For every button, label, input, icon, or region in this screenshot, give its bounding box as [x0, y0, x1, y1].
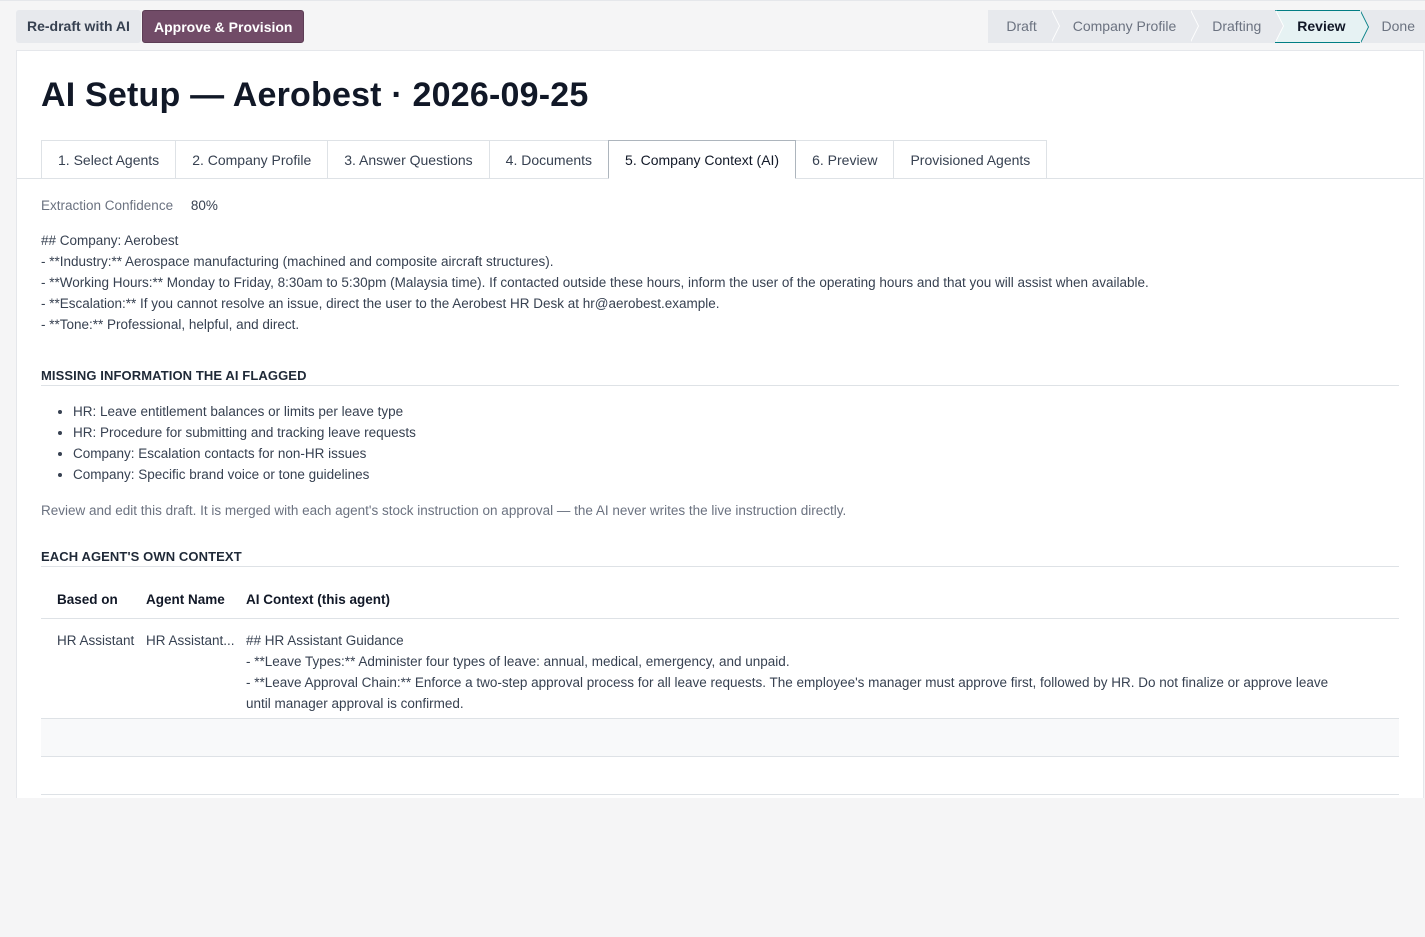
- tab-preview[interactable]: 6. Preview: [796, 140, 894, 179]
- agents-context-heading: EACH AGENT'S OWN CONTEXT: [41, 549, 242, 564]
- context-line: - **Escalation:** If you cannot resolve …: [41, 296, 720, 311]
- tab-documents[interactable]: 4. Documents: [488, 140, 609, 179]
- stage-company-profile[interactable]: Company Profile: [1050, 10, 1199, 43]
- stage-draft[interactable]: Draft: [988, 10, 1061, 43]
- form-sheet: AI Setup — Aerobest · 2026-09-25 1. Sele…: [16, 50, 1424, 798]
- page-title: AI Setup — Aerobest · 2026-09-25: [41, 76, 589, 114]
- cell-based-on: HR Assistant: [57, 633, 135, 648]
- list-item: HR: Leave entitlement balances or limits…: [73, 401, 416, 422]
- extraction-confidence-label: Extraction Confidence: [41, 198, 174, 213]
- empty-table-row: [41, 719, 1399, 757]
- stage-review[interactable]: Review: [1275, 10, 1369, 43]
- section-divider: [41, 566, 1399, 567]
- list-item: Company: Escalation contacts for non-HR …: [73, 443, 416, 464]
- table-header: Based on Agent Name AI Context (this age…: [41, 581, 1399, 619]
- help-text: Review and edit this draft. It is merged…: [41, 503, 847, 518]
- tab-company-profile[interactable]: 2. Company Profile: [175, 140, 328, 179]
- tab-select-agents[interactable]: 1. Select Agents: [41, 140, 176, 179]
- section-divider: [41, 385, 1399, 386]
- context-line: - **Industry:** Aerospace manufacturing …: [41, 254, 554, 269]
- column-based-on[interactable]: Based on: [57, 592, 118, 607]
- tab-provisioned-agents[interactable]: Provisioned Agents: [893, 140, 1048, 179]
- tab-answer-questions[interactable]: 3. Answer Questions: [327, 140, 489, 179]
- approve-provision-button[interactable]: Approve & Provision: [142, 10, 305, 43]
- cell-agent-name: HR Assistant...: [146, 633, 235, 648]
- context-line: - **Working Hours:** Monday to Friday, 8…: [41, 275, 1149, 290]
- cell-ai-context: ## HR Assistant Guidance - **Leave Types…: [246, 630, 1386, 714]
- extraction-confidence: Extraction Confidence 80%: [41, 198, 218, 213]
- missing-info-list: HR: Leave entitlement balances or limits…: [49, 401, 416, 485]
- missing-info-heading: MISSING INFORMATION THE AI FLAGGED: [41, 368, 307, 383]
- company-context-field[interactable]: ## Company: Aerobest - **Industry:** Aer…: [41, 230, 1401, 335]
- list-item: HR: Procedure for submitting and trackin…: [73, 422, 416, 443]
- stage-drafting[interactable]: Drafting: [1190, 10, 1285, 43]
- stage-done[interactable]: Done: [1359, 10, 1425, 43]
- column-agent-name[interactable]: Agent Name: [146, 592, 225, 607]
- empty-table-row: [41, 757, 1399, 795]
- table-row[interactable]: HR Assistant HR Assistant... ## HR Assis…: [41, 620, 1399, 719]
- status-bar: Draft Company Profile Drafting Review Do…: [988, 10, 1425, 43]
- context-line: - **Tone:** Professional, helpful, and d…: [41, 317, 300, 332]
- notebook-tabs: 1. Select Agents 2. Company Profile 3. A…: [41, 140, 1048, 179]
- context-line: ## Company: Aerobest: [41, 233, 179, 248]
- context-line: until manager approval is confirmed.: [246, 696, 464, 711]
- context-line: ## HR Assistant Guidance: [246, 633, 404, 648]
- extraction-confidence-value[interactable]: 80%: [191, 198, 218, 213]
- column-ai-context[interactable]: AI Context (this agent): [246, 592, 390, 607]
- context-line: - **Leave Types:** Administer four types…: [246, 654, 790, 669]
- redraft-with-ai-button[interactable]: Re-draft with AI: [16, 10, 141, 43]
- control-panel: Re-draft with AI Approve & Provision Dra…: [0, 0, 1425, 50]
- list-item: Company: Specific brand voice or tone gu…: [73, 464, 416, 485]
- tab-company-context[interactable]: 5. Company Context (AI): [608, 140, 797, 179]
- context-line: - **Leave Approval Chain:** Enforce a tw…: [246, 675, 1329, 690]
